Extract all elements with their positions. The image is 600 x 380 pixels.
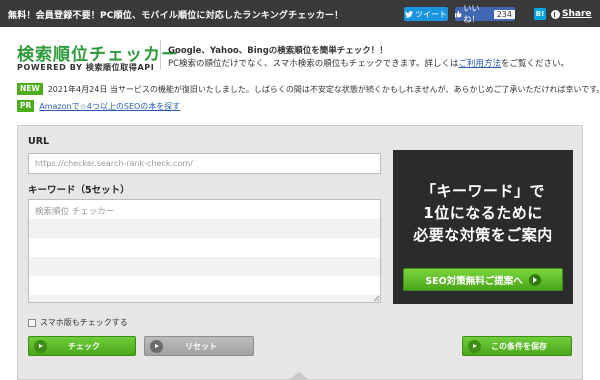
url-input[interactable]	[28, 153, 381, 174]
facebook-like-button[interactable]: いいね！ 234	[455, 4, 515, 24]
tweet-label: ツイート	[415, 9, 447, 19]
amazon-seo-books-link[interactable]: Amazonで☆4つ以上のSEOの本を探す	[39, 101, 180, 112]
promo-button-label: SEO対策無料ご提案へ	[425, 275, 523, 287]
like-label: いいね！	[463, 4, 480, 24]
check-button[interactable]: チェック	[28, 336, 136, 356]
hatena-bookmark-button[interactable]: B!	[534, 8, 546, 20]
header-headline: Google、Yahoo、Bingの検索順位を簡単チェック！！	[168, 46, 388, 56]
tweet-button[interactable]: ツイート	[404, 7, 448, 21]
play-arrow-icon	[468, 339, 481, 353]
news-badge-pr: PR	[17, 100, 35, 112]
news-badge-new: NEW	[17, 83, 43, 95]
keyword-textarea[interactable]	[28, 199, 381, 303]
reset-button-label: リセット	[185, 341, 217, 351]
header-divider	[160, 40, 161, 70]
check-button-label: チェック	[68, 341, 100, 351]
pr-item: PR Amazonで☆4つ以上のSEOの本を探す	[17, 100, 180, 112]
header-description-suffix: をご覧ください。	[500, 59, 569, 69]
news-item: NEW 2021年4月24日 当サービスの機能が復旧いたしました。しばらくの間は…	[17, 83, 600, 95]
thumbs-up-icon	[455, 10, 462, 18]
header-description: PC検索の順位だけでなく、スマホ検索の順位もチェックできます。詳しくはご利用方法…	[168, 57, 569, 69]
play-arrow-icon	[34, 339, 47, 353]
seo-proposal-button[interactable]: SEO対策無料ご提案へ	[403, 268, 563, 291]
save-button-label: この条件を保存	[491, 341, 547, 351]
top-bar: 無料！会員登録不要！PC順位、モバイル順位に対応したランキングチェッカー！ ツイ…	[0, 0, 600, 27]
header-description-prefix: PC検索の順位だけでなく、スマホ検索の順位もチェックできます。詳しくは	[168, 59, 459, 69]
arrow-right-icon	[528, 273, 541, 286]
usage-guide-link[interactable]: ご利用方法	[458, 59, 501, 69]
checker-form-panel: URL キーワード（5セット） スマホ版もチェックする チェック リセット この…	[17, 125, 583, 380]
site-tagline: 無料！会員登録不要！PC順位、モバイル順位に対応したランキングチェッカー！	[8, 11, 344, 21]
reset-button[interactable]: リセット	[144, 336, 254, 356]
mobile-check-row[interactable]: スマホ版もチェックする	[28, 317, 128, 328]
share-icon	[551, 9, 560, 19]
twitter-bird-icon	[405, 10, 413, 18]
keyword-label: キーワード（5セット）	[28, 185, 130, 196]
promo-line-1: 「キーワード」で	[420, 182, 545, 200]
save-conditions-button[interactable]: この条件を保存	[462, 336, 572, 356]
share-button[interactable]: Share	[551, 7, 592, 21]
mobile-checkbox-label[interactable]: スマホ版もチェックする	[40, 317, 128, 328]
resize-grip-icon[interactable]	[372, 294, 380, 302]
play-arrow-icon	[150, 339, 163, 353]
mobile-checkbox[interactable]	[28, 318, 36, 327]
like-count: 234	[493, 9, 515, 19]
logo-subtitle: POWERED BY 検索順位取得API	[17, 63, 155, 72]
seo-promo-banner[interactable]: 「キーワード」で 1位になるために 必要な対策をご案内 SEO対策無料ご提案へ	[393, 150, 573, 304]
news-text: 2021年4月24日 当サービスの機能が復旧いたしました。しばらくの間は不安定な…	[47, 84, 600, 94]
share-label: Share	[562, 9, 592, 19]
url-label: URL	[28, 136, 50, 147]
promo-line-2: 1位になるために	[423, 204, 543, 222]
promo-line-3: 必要な対策をご案内	[413, 226, 553, 244]
panel-pointer-tab	[289, 372, 309, 380]
